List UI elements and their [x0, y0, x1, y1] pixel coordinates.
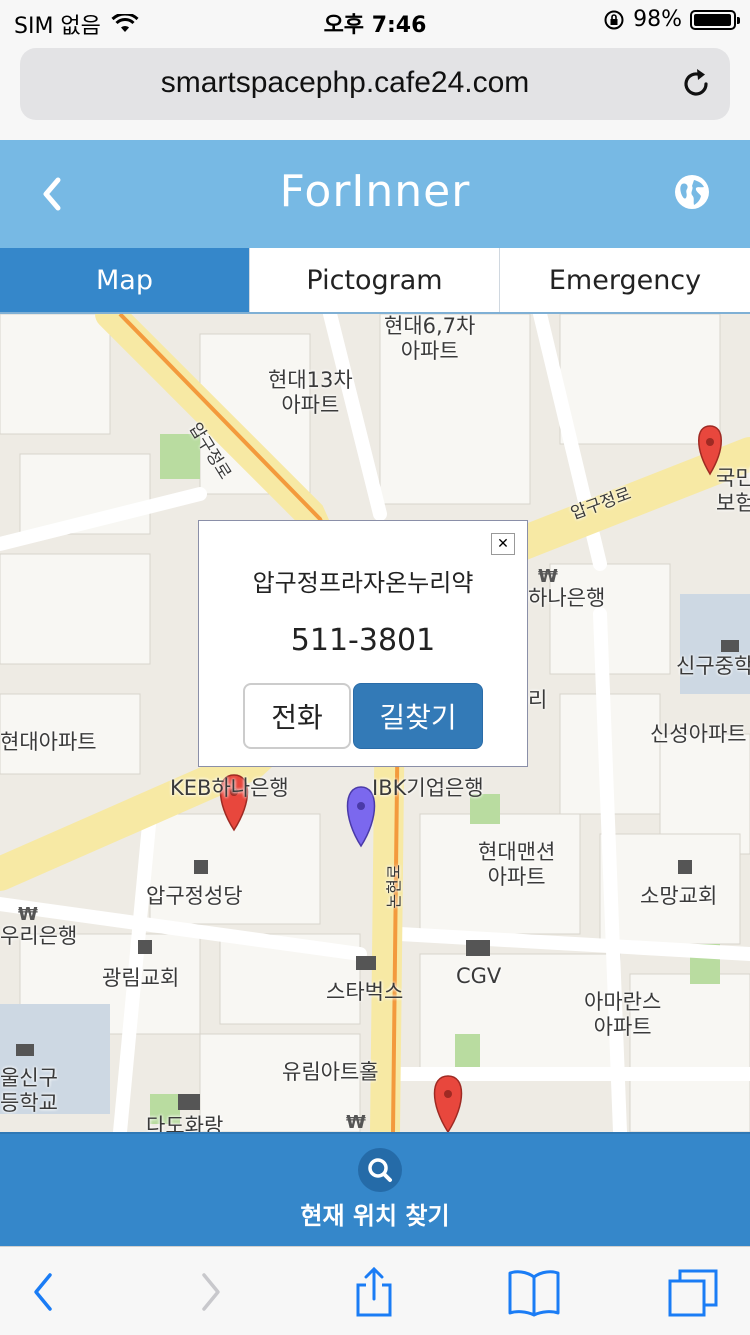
map-label: 신성아파트 — [650, 722, 747, 746]
tabs-icon[interactable] — [666, 1267, 722, 1317]
map-label: 신구중학 — [676, 654, 750, 678]
tab-pictogram[interactable]: Pictogram — [250, 248, 500, 312]
map-label: 압구정성당 — [146, 884, 243, 908]
school-icon — [16, 1044, 34, 1056]
map-label: 광림교회 — [102, 966, 180, 990]
browser-toolbar — [0, 1246, 750, 1335]
cafe-icon — [356, 956, 376, 970]
share-icon[interactable] — [346, 1267, 402, 1317]
map-label: CGV — [456, 964, 502, 988]
school-icon — [721, 640, 739, 652]
cinema-icon — [466, 940, 490, 956]
reload-icon[interactable] — [678, 66, 714, 102]
app-title: ForInner — [279, 166, 471, 217]
browser-address-bar: smartspacephp.cafe24.com — [0, 40, 750, 140]
church-icon — [678, 860, 692, 874]
gallery-icon — [178, 1094, 200, 1110]
find-current-location-label: 현재 위치 찾기 — [300, 1202, 450, 1230]
search-icon — [358, 1148, 402, 1192]
bank-icon: ₩ — [538, 566, 558, 587]
forward-icon[interactable] — [182, 1267, 238, 1317]
map-label: 현대아파트 — [0, 730, 97, 754]
map-label: 국민 보험 — [716, 466, 750, 515]
status-bar: SIM 없음 오후 7:46 98% — [0, 0, 750, 40]
app-header: ForInner — [0, 140, 750, 248]
church-icon — [138, 940, 152, 954]
status-right: 98% — [603, 7, 740, 32]
map-label: 현대6,7차 아파트 — [384, 314, 476, 363]
map-label: 논현로 — [384, 864, 404, 909]
tab-map[interactable]: Map — [0, 248, 250, 312]
bookmarks-icon[interactable] — [506, 1267, 562, 1317]
battery-icon — [690, 9, 740, 30]
marker-purple-current[interactable] — [346, 786, 376, 848]
map-label: 아마란스 아파트 — [584, 990, 662, 1039]
map-label: 하나은행 — [528, 586, 606, 610]
back-icon[interactable] — [16, 1267, 72, 1317]
marker-red-bottom[interactable] — [433, 1075, 463, 1132]
map-label: 다도화랑 — [146, 1114, 224, 1132]
orientation-lock-icon — [604, 10, 624, 29]
map-label: 스타벅스 — [326, 980, 404, 1004]
map-label: 리 — [528, 688, 548, 712]
church-icon — [194, 860, 208, 874]
map-label: 현대13차 아파트 — [268, 368, 353, 417]
map-label: 현대맨션 아파트 — [478, 840, 556, 889]
directions-button[interactable]: 길찾기 — [353, 683, 483, 749]
bank-icon: ₩ — [346, 1112, 366, 1132]
map-label: 우리은행 — [0, 924, 78, 948]
map-label: 울신구 등학교 — [0, 1066, 58, 1115]
popup-phone: 511-3801 — [290, 623, 436, 658]
bank-icon: ₩ — [18, 904, 38, 925]
url-text[interactable]: smartspacephp.cafe24.com — [20, 66, 670, 100]
close-icon[interactable]: ✕ — [491, 533, 515, 555]
map-label: KEB하나은행 — [170, 776, 289, 800]
battery-percent: 98% — [633, 7, 682, 32]
call-button[interactable]: 전화 — [243, 683, 351, 749]
globe-icon[interactable] — [674, 174, 710, 210]
url-field[interactable]: smartspacephp.cafe24.com — [20, 48, 730, 120]
map-label: IBK기업은행 — [372, 776, 484, 800]
battery-level — [694, 13, 731, 26]
map-label: 유림아트홀 — [282, 1060, 379, 1084]
popup-place-name: 압구정프라자온누리약 — [252, 569, 474, 597]
tab-bar: Map Pictogram Emergency — [0, 248, 750, 314]
tab-emergency[interactable]: Emergency — [500, 248, 750, 312]
find-current-location-button[interactable]: 현재 위치 찾기 — [0, 1132, 750, 1248]
map-label: 소망교회 — [640, 884, 718, 908]
info-popup: ✕ 압구정프라자온누리약 511-3801 전화 길찾기 — [198, 520, 528, 767]
map-view[interactable]: ₩ ₩ ₩ 현대6,7차 아파트 현대13차 아파트 압구정로 압구정로 국민 … — [0, 314, 750, 1132]
